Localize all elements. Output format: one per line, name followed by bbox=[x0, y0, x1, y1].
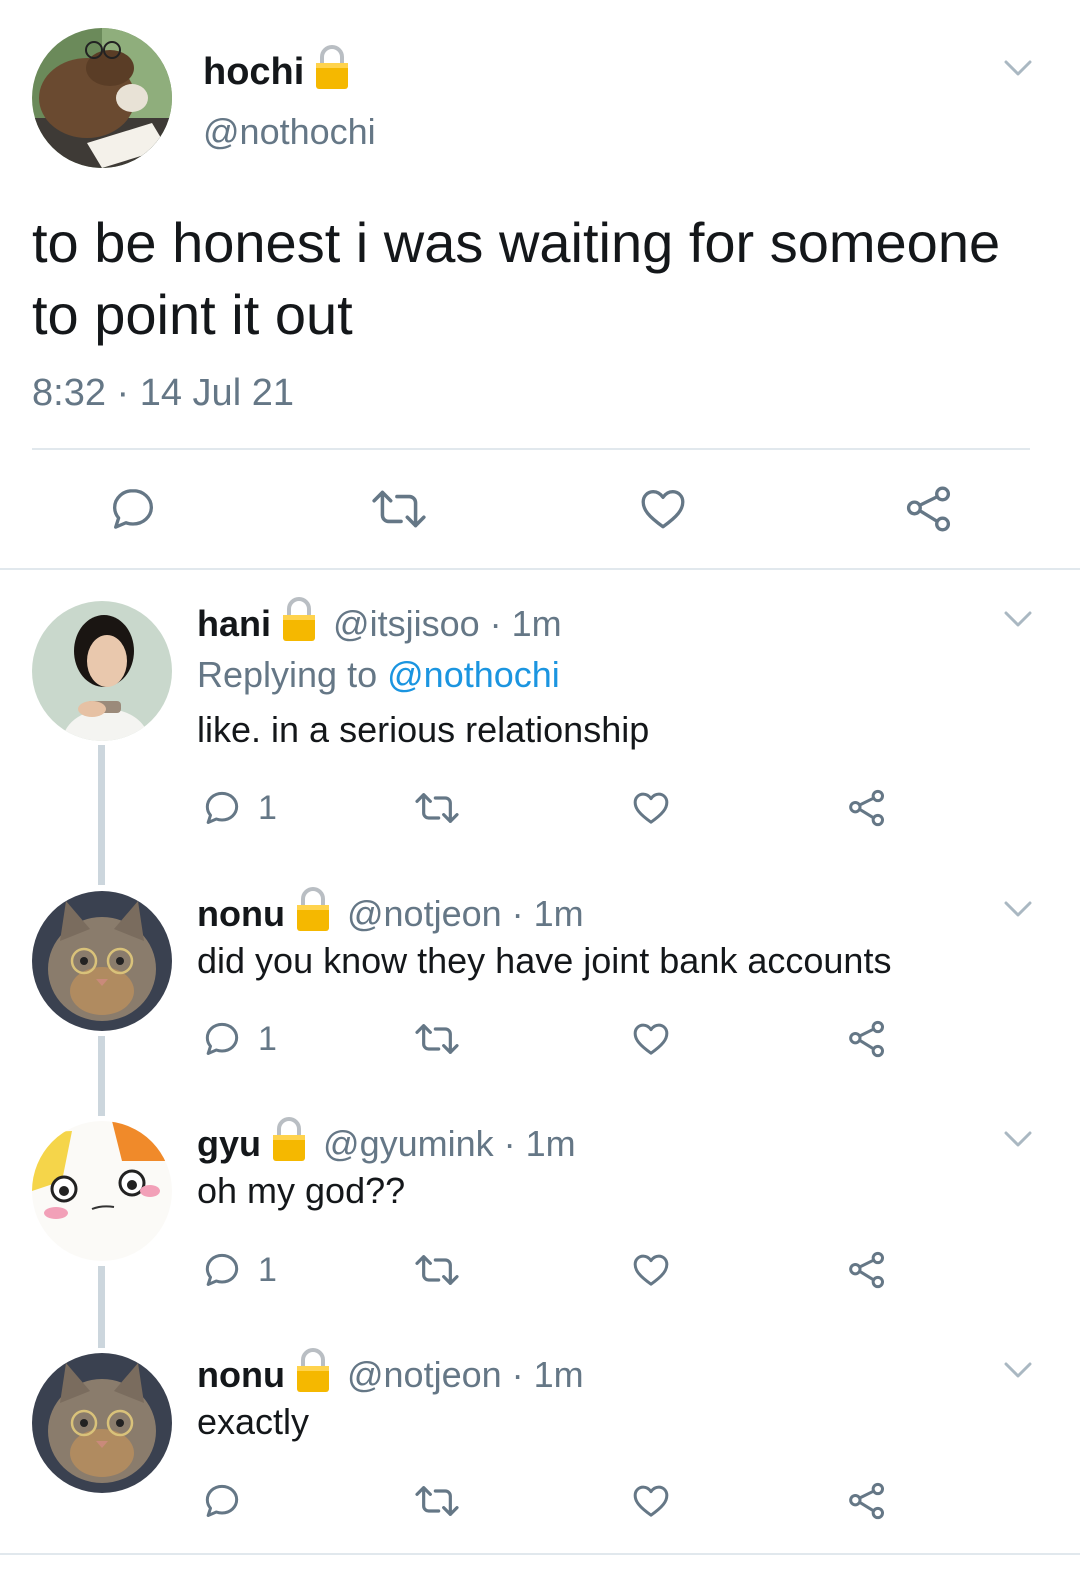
replying-to-label: Replying to bbox=[197, 654, 378, 695]
tweet-text: to be honest i was waiting for someone t… bbox=[32, 211, 1001, 346]
thread-line bbox=[98, 1036, 105, 1116]
lock-icon bbox=[314, 44, 350, 90]
author-handle[interactable]: @nothochi bbox=[203, 110, 376, 154]
author-name[interactable]: hochi bbox=[203, 51, 304, 93]
reply-author-handle[interactable]: @gyumink bbox=[323, 1123, 494, 1164]
replying-to: Replying to @nothochi bbox=[197, 652, 560, 698]
retweet-icon bbox=[415, 1255, 459, 1285]
reply-author-handle[interactable]: @notjeon bbox=[347, 1354, 502, 1395]
heart-icon bbox=[633, 1023, 669, 1055]
reply-time: · 1m bbox=[511, 1354, 584, 1395]
reply-icon bbox=[205, 1022, 239, 1055]
reply-count: 1 bbox=[258, 788, 277, 827]
share-button[interactable] bbox=[846, 788, 888, 828]
reply-author-name[interactable]: hani bbox=[197, 603, 271, 644]
share-icon bbox=[849, 789, 884, 827]
reply-text: like. in a serious relationship bbox=[197, 709, 650, 750]
reply-icon bbox=[113, 489, 153, 529]
reply-icon bbox=[205, 791, 239, 824]
share-icon bbox=[849, 1482, 884, 1520]
chevron-down-icon[interactable] bbox=[1003, 1129, 1033, 1149]
retweet-icon bbox=[415, 1024, 459, 1054]
reply-button[interactable] bbox=[202, 1481, 258, 1521]
reply-button[interactable]: 1 bbox=[202, 1019, 277, 1059]
like-button[interactable] bbox=[630, 788, 672, 828]
reply-text: exactly bbox=[197, 1401, 310, 1442]
heart-icon bbox=[633, 1254, 669, 1286]
share-icon bbox=[849, 1020, 884, 1058]
thread-line bbox=[98, 745, 105, 885]
heart-icon bbox=[633, 792, 669, 824]
reply-author-handle[interactable]: @itsjisoo bbox=[333, 603, 480, 644]
retweet-button[interactable] bbox=[413, 788, 461, 828]
reply-author-handle[interactable]: @notjeon bbox=[347, 893, 502, 934]
reply-author-name[interactable]: nonu bbox=[197, 1354, 285, 1395]
like-button[interactable] bbox=[637, 484, 689, 534]
reply-time: · 1m bbox=[503, 1123, 576, 1164]
reply-author-name[interactable]: gyu bbox=[197, 1123, 261, 1164]
share-button[interactable] bbox=[846, 1481, 888, 1521]
share-icon bbox=[849, 1251, 884, 1289]
avatar-gyu[interactable] bbox=[32, 1121, 172, 1261]
retweet-button[interactable] bbox=[413, 1019, 461, 1059]
chevron-down-icon[interactable] bbox=[1003, 1360, 1033, 1380]
reply-header: gyu @gyumink · 1m bbox=[197, 1116, 576, 1167]
lock-icon bbox=[295, 886, 331, 932]
reply-button[interactable]: 1 bbox=[202, 788, 277, 828]
reply-time: · 1m bbox=[489, 603, 562, 644]
heart-icon bbox=[633, 1485, 669, 1517]
like-button[interactable] bbox=[630, 1481, 672, 1521]
retweet-icon bbox=[372, 490, 426, 528]
divider bbox=[0, 568, 1080, 570]
share-button[interactable] bbox=[846, 1250, 888, 1290]
reply-button[interactable] bbox=[108, 484, 158, 534]
reply-header: hani @itsjisoo · 1m bbox=[197, 596, 562, 647]
author-name-row: hochi bbox=[203, 44, 350, 96]
replying-to-handle[interactable]: @nothochi bbox=[387, 654, 560, 695]
reply-text: did you know they have joint bank accoun… bbox=[197, 940, 892, 981]
reply-count: 1 bbox=[258, 1250, 277, 1289]
chevron-down-icon[interactable] bbox=[1003, 899, 1033, 919]
thread-line bbox=[98, 1266, 105, 1348]
divider bbox=[0, 1553, 1080, 1555]
retweet-button[interactable] bbox=[370, 484, 428, 534]
reply-text: oh my god?? bbox=[197, 1170, 406, 1211]
avatar-nonu[interactable] bbox=[32, 1353, 172, 1493]
reply-time: · 1m bbox=[511, 893, 584, 934]
share-button[interactable] bbox=[903, 484, 955, 534]
share-button[interactable] bbox=[846, 1019, 888, 1059]
divider bbox=[32, 448, 1030, 450]
reply-button[interactable]: 1 bbox=[202, 1250, 277, 1290]
avatar-hani[interactable] bbox=[32, 601, 172, 741]
reply-header: nonu @notjeon · 1m bbox=[197, 1347, 584, 1398]
like-button[interactable] bbox=[630, 1250, 672, 1290]
reply-count: 1 bbox=[258, 1019, 277, 1058]
reply-icon bbox=[205, 1253, 239, 1286]
reply-author-name[interactable]: nonu bbox=[197, 893, 285, 934]
reply-header: nonu @notjeon · 1m bbox=[197, 886, 584, 937]
retweet-icon bbox=[415, 793, 459, 823]
retweet-button[interactable] bbox=[413, 1481, 461, 1521]
avatar-nonu[interactable] bbox=[32, 891, 172, 1031]
chevron-down-icon[interactable] bbox=[1003, 58, 1033, 78]
retweet-icon bbox=[415, 1486, 459, 1516]
tweet-timestamp: 8:32 · 14 Jul 21 bbox=[32, 372, 294, 414]
lock-icon bbox=[295, 1347, 331, 1393]
chevron-down-icon[interactable] bbox=[1003, 609, 1033, 629]
share-icon bbox=[906, 486, 951, 532]
lock-icon bbox=[281, 596, 317, 642]
lock-icon bbox=[271, 1116, 307, 1162]
avatar-hochi[interactable] bbox=[32, 28, 172, 168]
reply-icon bbox=[205, 1484, 239, 1517]
heart-icon bbox=[641, 490, 685, 529]
like-button[interactable] bbox=[630, 1019, 672, 1059]
retweet-button[interactable] bbox=[413, 1250, 461, 1290]
